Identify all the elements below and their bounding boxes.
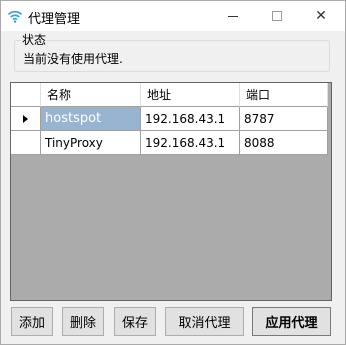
cell-port[interactable]: 8787 [240,107,328,131]
row-header-corner[interactable] [11,83,41,107]
window-title: 代理管理 [28,12,81,27]
proxy-grid[interactable]: 名称 地址 端口 hostspot 192.168.43.1 8787 Tiny… [10,82,332,301]
add-button[interactable]: 添加 [11,307,53,336]
minimize-button[interactable] [211,1,255,31]
wifi-icon [7,10,23,23]
close-icon: ✕ [315,8,327,24]
status-legend: 状态 [21,33,48,47]
cell-name[interactable]: TinyProxy [41,131,141,155]
status-text: 当前没有使用代理. [23,52,123,66]
row-header[interactable] [11,131,41,155]
table-row[interactable]: hostspot 192.168.43.1 8787 [11,107,328,131]
save-button[interactable]: 保存 [114,307,156,336]
current-row-arrow-icon [23,114,28,123]
maximize-button[interactable] [255,1,299,31]
table-row[interactable]: TinyProxy 192.168.43.1 8088 [11,131,328,155]
proxy-manager-window: 代理管理 ✕ 状态 当前没有使用代理. 名称 地址 端口 hostspot 19… [0,0,346,345]
column-header-port[interactable]: 端口 [240,83,328,107]
apply-proxy-button[interactable]: 应用代理 [252,307,331,336]
delete-button[interactable]: 删除 [62,307,104,336]
grid-header: 名称 地址 端口 [11,83,328,107]
title-bar[interactable]: 代理管理 ✕ [1,1,345,31]
cell-port[interactable]: 8088 [240,131,328,155]
column-header-address[interactable]: 地址 [141,83,240,107]
column-header-name[interactable]: 名称 [41,83,141,107]
close-button[interactable]: ✕ [299,1,343,31]
cell-address[interactable]: 192.168.43.1 [141,107,240,131]
maximize-icon [272,11,282,21]
cell-name[interactable]: hostspot [41,107,141,131]
row-header[interactable] [11,107,41,131]
cell-address[interactable]: 192.168.43.1 [141,131,240,155]
status-group: 状态 当前没有使用代理. [14,33,330,72]
minimize-icon [228,15,238,17]
cancel-proxy-button[interactable]: 取消代理 [165,307,244,336]
